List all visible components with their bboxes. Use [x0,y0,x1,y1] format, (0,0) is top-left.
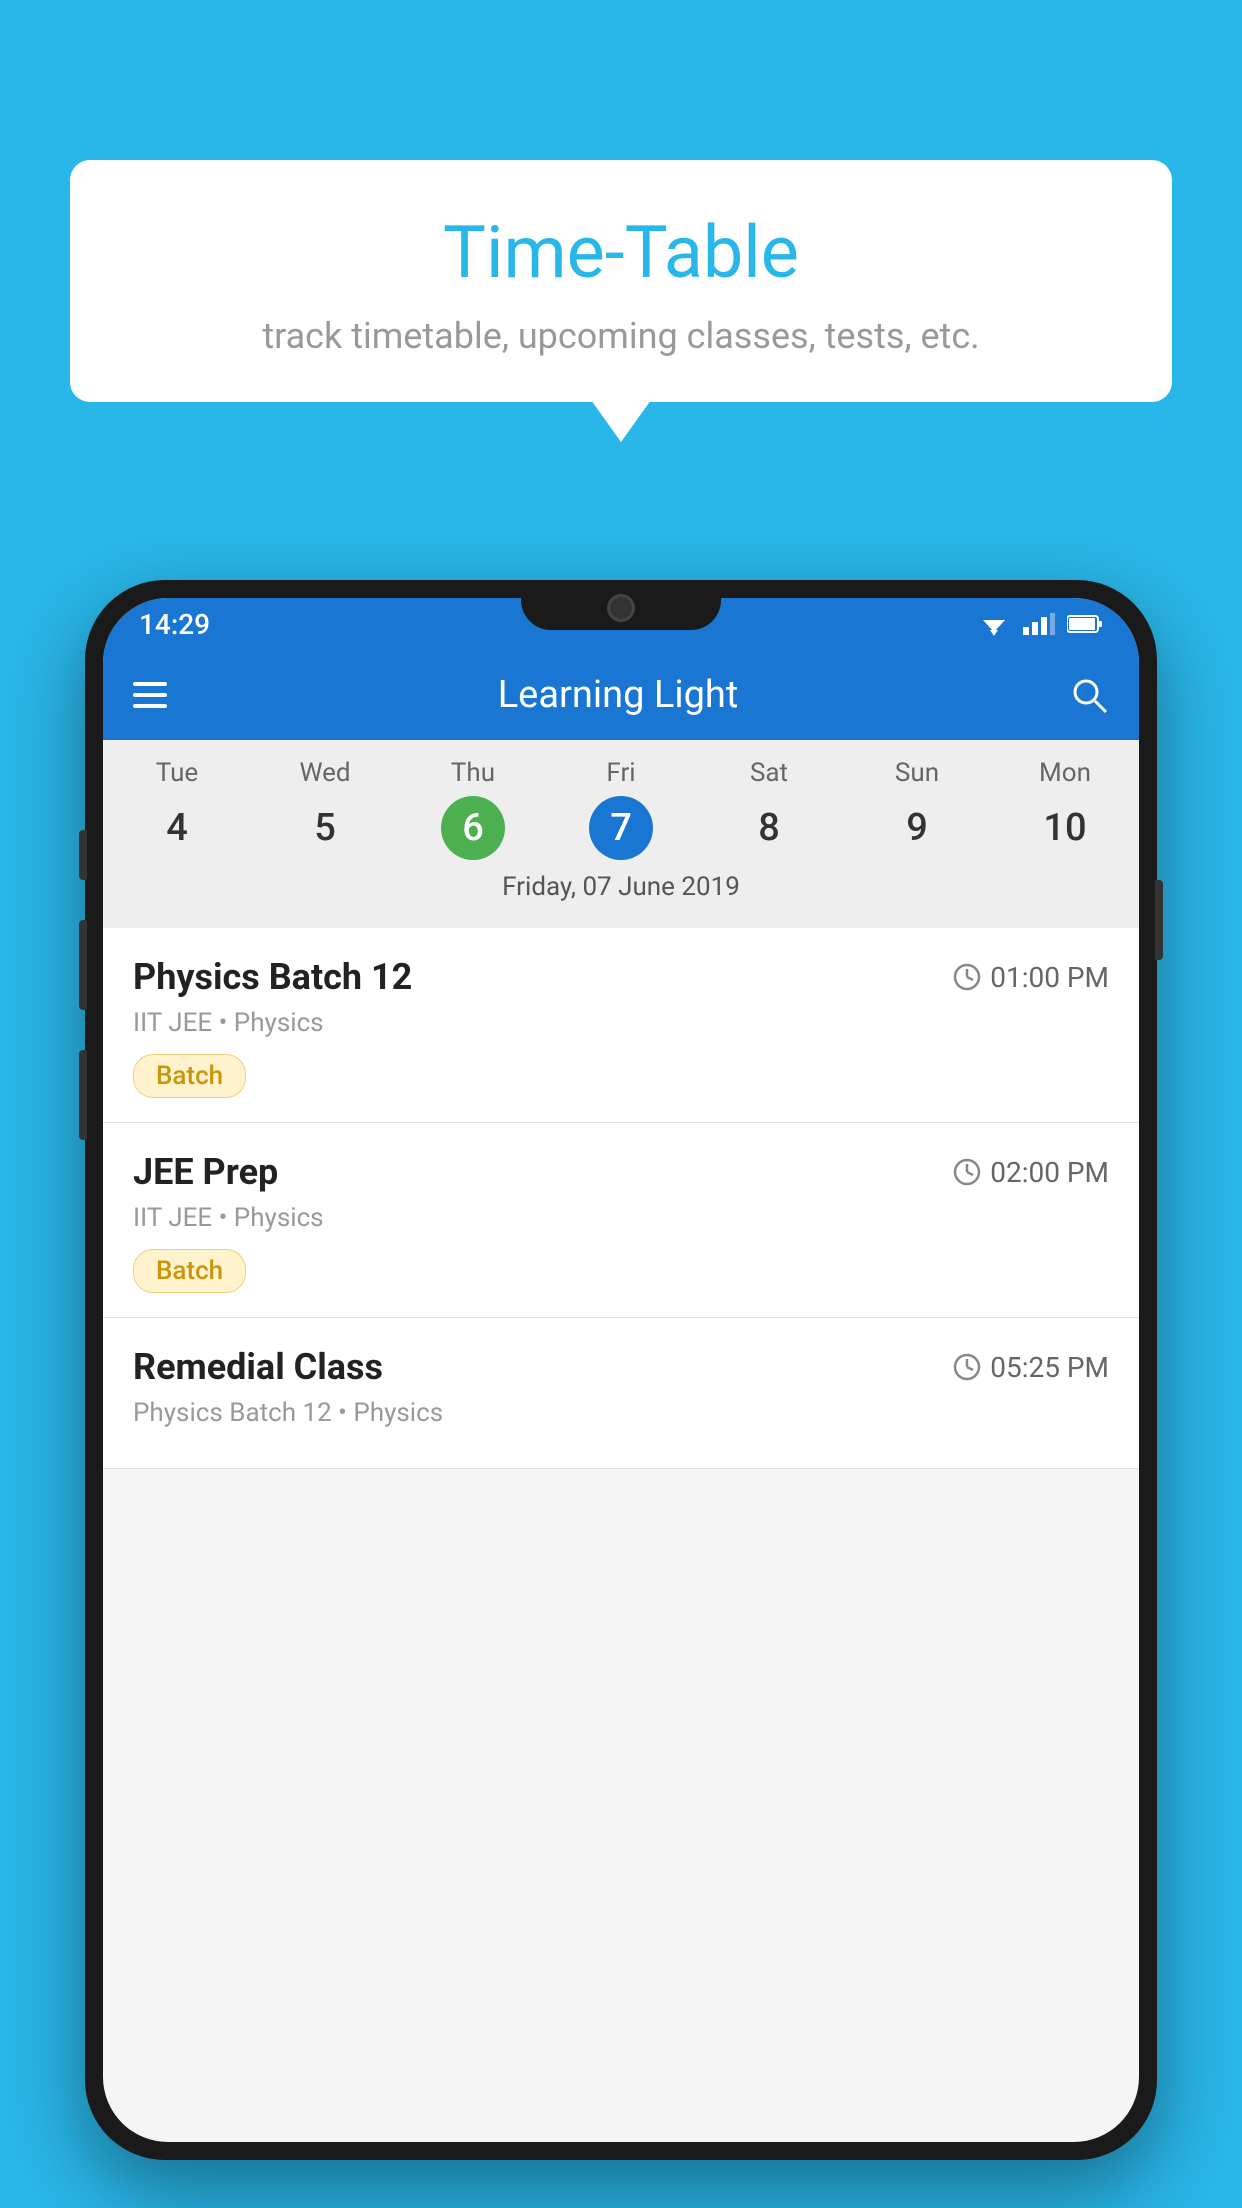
schedule-item-2-header: JEE Prep 02:00 PM [133,1151,1109,1193]
battery-icon [1067,614,1103,634]
phone-btn-left-2 [79,920,87,1010]
search-button[interactable] [1069,675,1109,715]
selected-date-label: Friday, 07 June 2019 [103,860,1139,918]
day-header-wed: Wed [251,758,399,788]
day-5[interactable]: 5 [251,798,399,858]
clock-icon-2 [952,1157,982,1187]
day-10[interactable]: 10 [991,798,1139,858]
wifi-icon [977,612,1011,636]
hamburger-line-3 [133,704,167,708]
phone-notch [521,580,721,630]
day-headers: Tue Wed Thu Fri Sat Sun Mon [103,758,1139,788]
schedule-item-1-batch-tag: Batch [133,1054,246,1098]
day-header-fri: Fri [547,758,695,788]
schedule-item-3[interactable]: Remedial Class 05:25 PM Physics Batch 12… [103,1318,1139,1469]
schedule-item-2-time: 02:00 PM [952,1156,1109,1189]
phone-outer: 14:29 [85,580,1157,2160]
bubble-title: Time-Table [110,210,1132,295]
hamburger-line-1 [133,682,167,686]
speech-bubble: Time-Table track timetable, upcoming cla… [70,160,1172,402]
search-icon [1070,676,1108,714]
day-4[interactable]: 4 [103,798,251,858]
schedule-item-1-title: Physics Batch 12 [133,956,412,998]
app-bar-title: Learning Light [167,673,1069,717]
schedule-item-1-time: 01:00 PM [952,961,1109,994]
phone-btn-right [1155,880,1163,960]
schedule-list: Physics Batch 12 01:00 PM IIT JEE • Phys… [103,928,1139,1469]
day-header-sat: Sat [695,758,843,788]
clock-icon-1 [952,962,982,992]
schedule-item-3-time: 05:25 PM [952,1351,1109,1384]
phone-screen: 14:29 [103,598,1139,2142]
hamburger-menu-button[interactable] [133,682,167,708]
day-header-tue: Tue [103,758,251,788]
schedule-item-2-batch-tag: Batch [133,1249,246,1293]
schedule-item-3-subtitle: Physics Batch 12 • Physics [133,1398,1109,1428]
phone-btn-left-1 [79,830,87,880]
day-6-today[interactable]: 6 [441,796,505,860]
phone-wrapper: 14:29 [85,580,1157,2208]
calendar-strip: Tue Wed Thu Fri Sat Sun Mon 4 5 6 7 8 9 … [103,740,1139,928]
signal-icon [1023,613,1055,635]
bubble-subtitle: track timetable, upcoming classes, tests… [110,315,1132,357]
status-icons [977,612,1103,636]
schedule-item-2-title: JEE Prep [133,1151,278,1193]
schedule-item-1[interactable]: Physics Batch 12 01:00 PM IIT JEE • Phys… [103,928,1139,1123]
clock-icon-3 [952,1352,982,1382]
day-8[interactable]: 8 [695,798,843,858]
phone-camera [607,594,635,622]
day-header-thu: Thu [399,758,547,788]
day-numbers: 4 5 6 7 8 9 10 [103,796,1139,860]
day-9[interactable]: 9 [843,798,991,858]
phone-btn-left-3 [79,1050,87,1140]
hamburger-line-2 [133,693,167,697]
status-time: 14:29 [139,608,210,641]
schedule-item-1-subtitle: IIT JEE • Physics [133,1008,1109,1038]
day-header-sun: Sun [843,758,991,788]
app-bar: Learning Light [103,650,1139,740]
schedule-item-1-header: Physics Batch 12 01:00 PM [133,956,1109,998]
day-7-selected[interactable]: 7 [589,796,653,860]
schedule-item-3-header: Remedial Class 05:25 PM [133,1346,1109,1388]
schedule-item-3-title: Remedial Class [133,1346,383,1388]
day-header-mon: Mon [991,758,1139,788]
schedule-item-2[interactable]: JEE Prep 02:00 PM IIT JEE • Physics Batc… [103,1123,1139,1318]
schedule-item-2-subtitle: IIT JEE • Physics [133,1203,1109,1233]
speech-bubble-container: Time-Table track timetable, upcoming cla… [70,160,1172,402]
